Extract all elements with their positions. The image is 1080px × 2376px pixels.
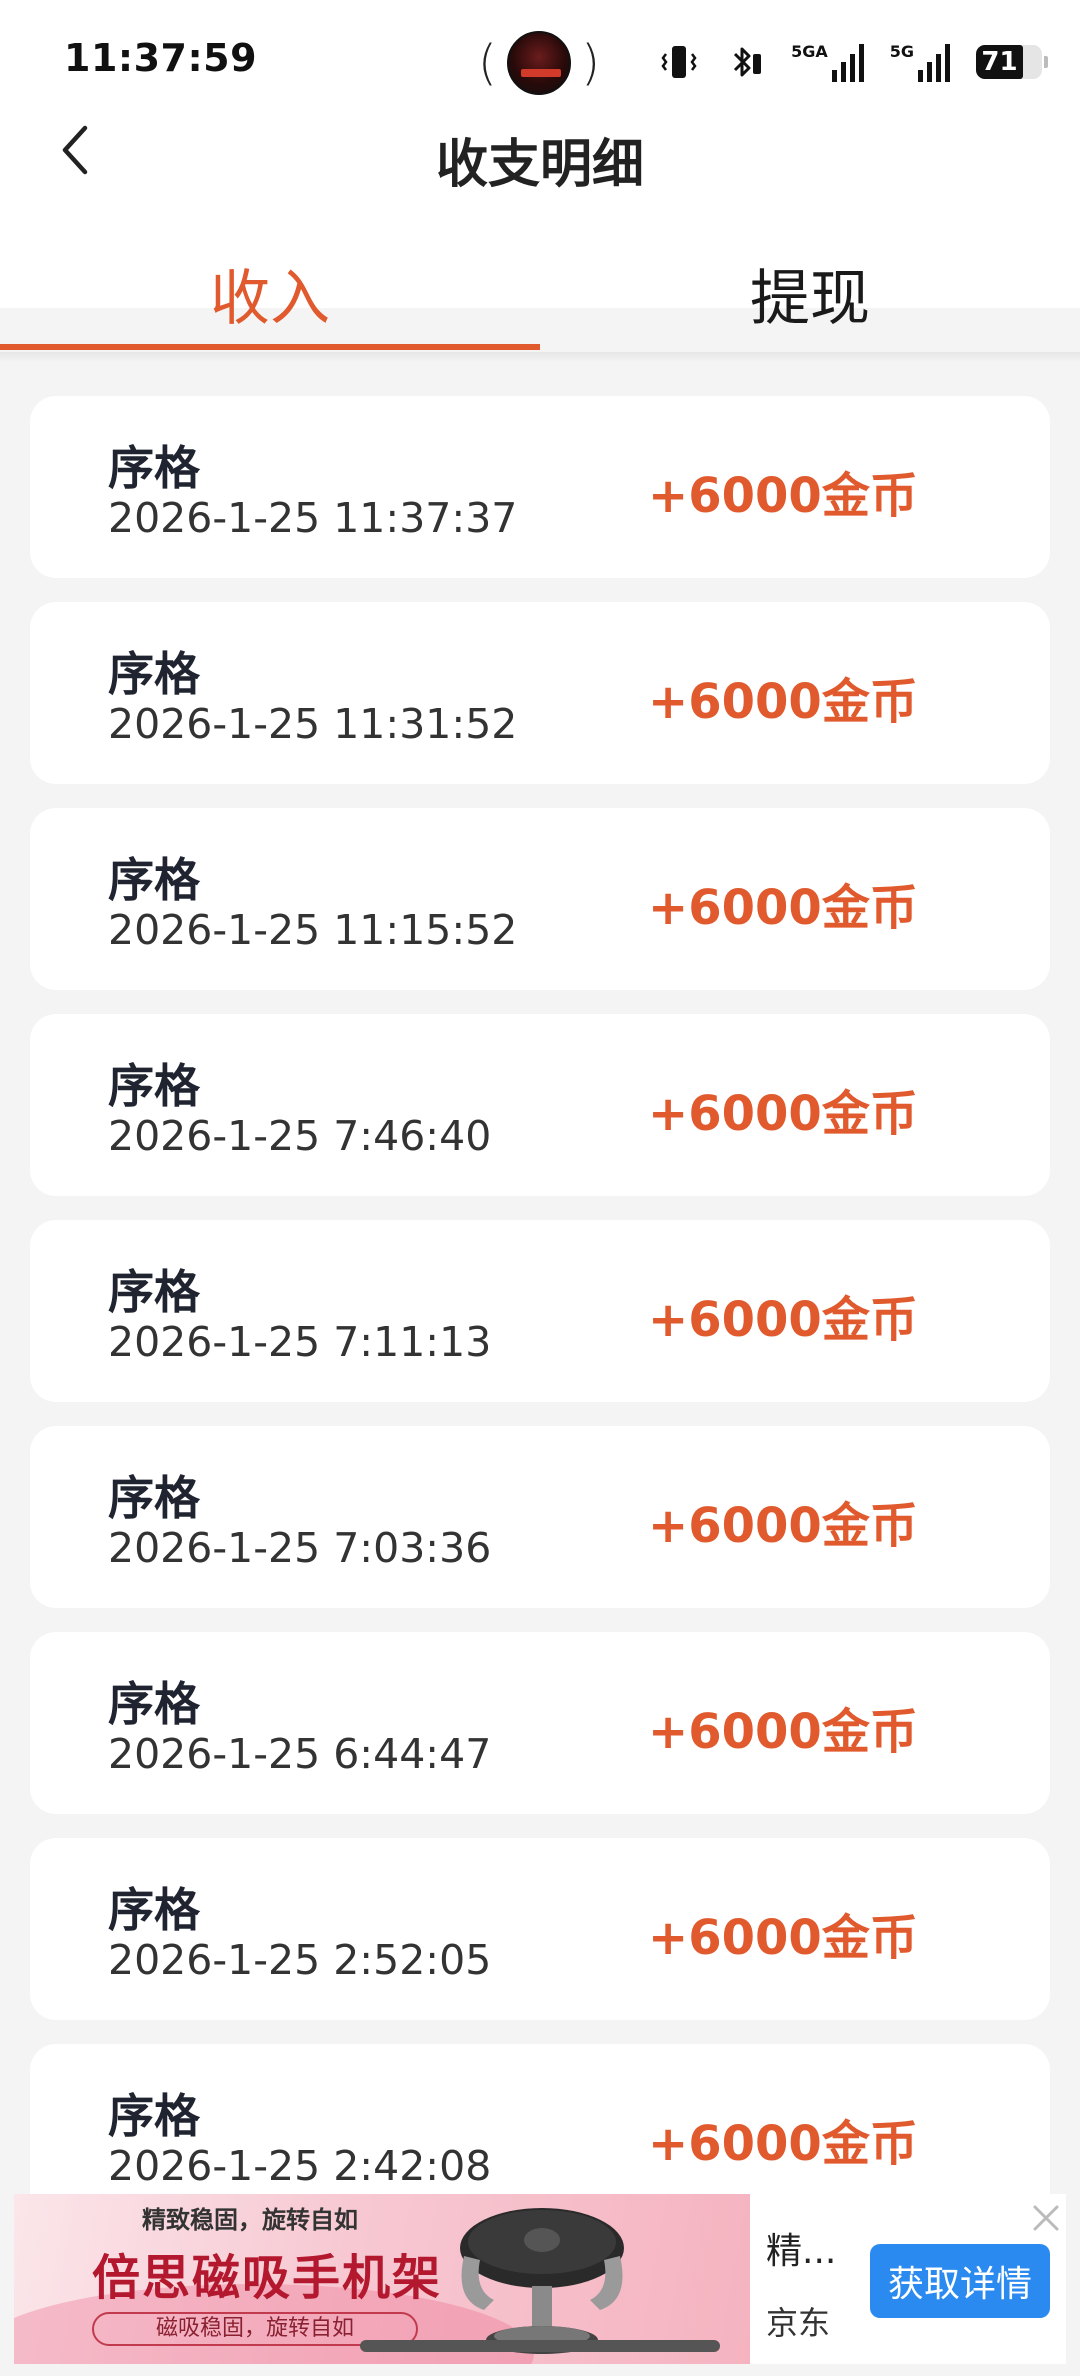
battery-level: 71: [981, 47, 1018, 77]
vibrate-icon: [659, 42, 699, 82]
record-time: 2026-1-25 7:03:36: [108, 1524, 492, 1572]
signal-icon: 5GA: [791, 42, 864, 82]
media-avatar: [507, 31, 571, 95]
record-amount: +6000金币: [648, 1910, 918, 1966]
record-time: 2026-1-25 11:15:52: [108, 906, 518, 954]
record-amount: +6000金币: [648, 468, 918, 524]
record-amount: +6000金币: [648, 1292, 918, 1348]
media-paren-left: (: [478, 35, 497, 91]
ad-cta-button[interactable]: 获取详情: [870, 2244, 1050, 2318]
record-card[interactable]: 序格 2026-1-25 7:11:13 +6000金币: [30, 1220, 1050, 1402]
home-indicator[interactable]: [360, 2340, 720, 2352]
ad-close-button[interactable]: [1026, 2198, 1066, 2238]
status-bar: 11:37:59 ( ) 5GA 5G 71: [0, 0, 1080, 118]
record-card[interactable]: 序格 2026-1-25 11:31:52 +6000金币: [30, 602, 1050, 784]
record-card[interactable]: 序格 2026-1-25 11:37:37 +6000金币: [30, 396, 1050, 578]
record-time: 2026-1-25 2:42:08: [108, 2142, 492, 2190]
record-name: 序格: [108, 1059, 200, 1113]
record-time: 2026-1-25 6:44:47: [108, 1730, 492, 1778]
header: 收支明细 收入 提现: [0, 118, 1080, 350]
record-amount: +6000金币: [648, 1498, 918, 1554]
record-card[interactable]: 序格 2026-1-25 2:52:05 +6000金币: [30, 1838, 1050, 2020]
ad-banner[interactable]: 精致稳固，旋转自如 倍思磁吸手机架 磁吸稳固，旋转自如 精... 京东 获取详情: [14, 2194, 1066, 2364]
page-title: 收支明细: [435, 135, 644, 195]
header-divider: [0, 352, 1080, 362]
record-name: 序格: [108, 1677, 200, 1731]
close-icon: [1033, 2205, 1059, 2231]
record-name: 序格: [108, 1265, 200, 1319]
tab-income[interactable]: 收入: [0, 236, 540, 350]
ad-description: 精...: [766, 2231, 837, 2272]
record-amount: +6000金币: [648, 880, 918, 936]
ad-source: 京东: [766, 2304, 831, 2342]
page: 11:37:59 ( ) 5GA 5G 71 收支明细 收入 提现 序格 202…: [0, 0, 1080, 2376]
record-card[interactable]: 序格 2026-1-25 7:03:36 +6000金币: [30, 1426, 1050, 1608]
record-name: 序格: [108, 1883, 200, 1937]
status-time: 11:37:59: [64, 36, 258, 80]
tab-withdraw[interactable]: 提现: [540, 236, 1080, 350]
record-time: 2026-1-25 7:11:13: [108, 1318, 492, 1366]
record-name: 序格: [108, 853, 200, 907]
media-paren-right: ): [581, 35, 600, 91]
ad-top-line: 精致稳固，旋转自如: [142, 2206, 358, 2234]
record-time: 2026-1-25 11:31:52: [108, 700, 518, 748]
record-name: 序格: [108, 1471, 200, 1525]
record-card[interactable]: 序格 2026-1-25 11:15:52 +6000金币: [30, 808, 1050, 990]
records-list: 序格 2026-1-25 11:37:37 +6000金币 序格 2026-1-…: [30, 396, 1050, 2250]
ad-image[interactable]: 精致稳固，旋转自如 倍思磁吸手机架 磁吸稳固，旋转自如: [14, 2194, 750, 2364]
record-time: 2026-1-25 11:37:37: [108, 494, 518, 542]
record-name: 序格: [108, 441, 200, 495]
record-card[interactable]: 序格 2026-1-25 6:44:47 +6000金币: [30, 1632, 1050, 1814]
battery-icon: 71: [976, 45, 1048, 79]
record-amount: +6000金币: [648, 2116, 918, 2172]
status-icons: 5GA 5G 71: [659, 40, 1048, 84]
ad-headline: 倍思磁吸手机架: [92, 2250, 443, 2306]
record-amount: +6000金币: [648, 1086, 918, 1142]
signal-icon: 5G: [890, 42, 950, 82]
record-card[interactable]: 序格 2026-1-25 7:46:40 +6000金币: [30, 1014, 1050, 1196]
network-label: 5G: [889, 42, 914, 61]
record-name: 序格: [108, 647, 200, 701]
record-name: 序格: [108, 2089, 200, 2143]
tab-bar: 收入 提现: [0, 236, 1080, 350]
battery-cap: [1044, 56, 1048, 68]
network-label: 5GA: [791, 42, 828, 61]
record-time: 2026-1-25 2:52:05: [108, 1936, 492, 1984]
media-indicator[interactable]: ( ): [478, 30, 600, 96]
record-amount: +6000金币: [648, 674, 918, 730]
record-time: 2026-1-25 7:46:40: [108, 1112, 492, 1160]
record-amount: +6000金币: [648, 1704, 918, 1760]
bluetooth-icon: [725, 42, 765, 82]
